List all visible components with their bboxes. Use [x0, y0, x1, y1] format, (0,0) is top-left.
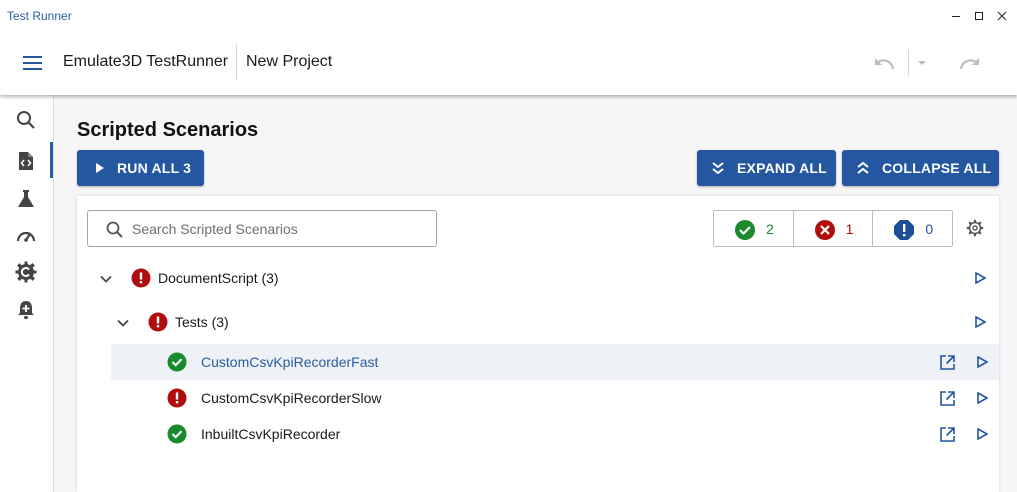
gear-badge-icon [15, 261, 37, 283]
warning-filter[interactable]: 0 [873, 211, 952, 246]
error-icon [131, 268, 151, 288]
close-icon [997, 11, 1007, 21]
undo-button[interactable] [872, 54, 896, 72]
open-external-icon[interactable] [939, 354, 956, 371]
sidebar-item-settings[interactable] [0, 253, 53, 289]
run-scenario-icon[interactable] [976, 356, 988, 368]
undo-divider [908, 50, 909, 76]
settings-button[interactable] [966, 219, 984, 237]
undo-history-dropdown[interactable] [915, 57, 929, 69]
app-name: Emulate3D TestRunner [63, 53, 229, 70]
page-title: Scripted Scenarios [77, 119, 259, 141]
maximize-icon [975, 12, 983, 20]
app-bar: Emulate3D TestRunner New Project [0, 32, 1017, 95]
close-button[interactable] [994, 8, 1010, 24]
window-titlebar: Test Runner [0, 0, 1017, 32]
chevron-down-icon[interactable] [99, 272, 113, 286]
check-circle-icon [167, 424, 187, 444]
run-scenario-icon[interactable] [976, 392, 988, 404]
tree-row-test[interactable]: CustomCsvKpiRecorderFast [111, 344, 999, 380]
script-icon [19, 152, 33, 170]
run-all-button[interactable]: RUN ALL 3 [77, 150, 204, 186]
run-scenario-icon[interactable] [974, 316, 986, 328]
gear-icon [966, 219, 984, 237]
sidebar-item-notifications[interactable] [0, 291, 53, 327]
appbar-divider [236, 44, 237, 80]
tree-label: Tests (3) [175, 314, 229, 330]
tree-label[interactable]: InbuiltCsvKpiRecorder [201, 426, 340, 442]
collapse-all-label: COLLAPSE ALL [882, 160, 992, 176]
run-all-label: RUN ALL 3 [117, 160, 192, 176]
check-circle-icon [167, 352, 187, 372]
double-chevron-up-icon [857, 161, 869, 174]
tree-label: DocumentScript (3) [158, 270, 279, 286]
redo-icon [959, 58, 979, 70]
minimize-button[interactable] [948, 8, 964, 24]
alert-octagon-icon [894, 220, 915, 240]
search-box[interactable] [87, 210, 437, 247]
search-icon [106, 221, 123, 238]
passed-filter[interactable]: 2 [714, 211, 794, 246]
tree-row-test[interactable]: CustomCsvKpiRecorderSlow [111, 380, 999, 416]
sidebar-item-tests[interactable] [0, 180, 53, 216]
redo-button[interactable] [958, 54, 982, 72]
check-circle-icon [735, 220, 755, 240]
minimize-icon [952, 16, 960, 17]
tree-label[interactable]: CustomCsvKpiRecorderFast [201, 354, 378, 370]
tree-row-root[interactable]: DocumentScript (3) [77, 260, 999, 296]
sidebar [0, 95, 54, 492]
failed-filter[interactable]: 1 [794, 211, 874, 246]
sidebar-item-scripted-scenarios[interactable] [0, 142, 53, 178]
menu-button[interactable] [22, 54, 44, 72]
error-icon [148, 312, 168, 332]
warning-count: 0 [925, 221, 934, 237]
maximize-button[interactable] [971, 8, 987, 24]
play-icon [96, 163, 104, 173]
x-circle-icon [814, 220, 835, 240]
collapse-all-button[interactable]: COLLAPSE ALL [842, 150, 999, 186]
project-name[interactable]: New Project [246, 53, 332, 71]
result-counts: 2 1 0 [713, 210, 953, 247]
open-external-icon[interactable] [939, 426, 956, 443]
search-input[interactable] [132, 218, 427, 240]
tree-row-test[interactable]: InbuiltCsvKpiRecorder [111, 416, 999, 452]
search-icon [17, 111, 35, 129]
tree-row-group[interactable]: Tests (3) [77, 304, 999, 340]
sidebar-item-performance[interactable] [0, 217, 53, 253]
undo-icon [875, 58, 895, 70]
error-icon [167, 388, 187, 408]
main-content: Scripted Scenarios RUN ALL 3 EXPAND ALL … [54, 95, 1017, 492]
scenarios-panel: 2 1 0 [77, 196, 999, 492]
open-external-icon[interactable] [939, 390, 956, 407]
run-scenario-icon[interactable] [974, 272, 986, 284]
caret-down-icon [918, 61, 926, 65]
expand-all-button[interactable]: EXPAND ALL [697, 150, 836, 186]
run-scenario-icon[interactable] [976, 428, 988, 440]
expand-all-label: EXPAND ALL [737, 160, 827, 176]
sidebar-item-search[interactable] [0, 101, 53, 137]
double-chevron-down-icon [712, 162, 724, 175]
failed-count: 1 [845, 221, 854, 237]
window-title: Test Runner [7, 9, 72, 23]
alert-bell-icon [18, 301, 34, 319]
hamburger-icon [23, 56, 42, 70]
chevron-down-icon[interactable] [116, 316, 130, 330]
speedometer-icon [16, 231, 36, 242]
passed-count: 2 [766, 221, 774, 237]
flask-icon [18, 190, 34, 207]
tree-label[interactable]: CustomCsvKpiRecorderSlow [201, 390, 382, 406]
